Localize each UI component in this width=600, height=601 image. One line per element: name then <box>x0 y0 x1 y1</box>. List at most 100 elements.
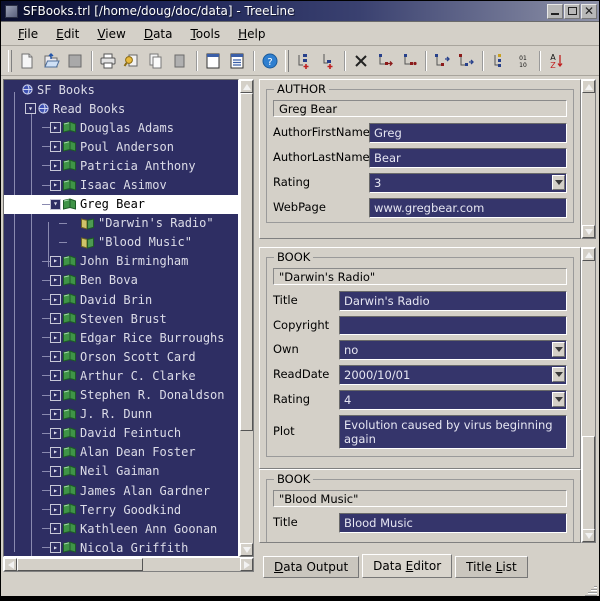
numbering-icon[interactable]: 01 10 <box>511 49 535 73</box>
tree-expander-expand-icon[interactable]: ▸ <box>50 370 61 382</box>
chevron-down-icon[interactable] <box>552 367 565 382</box>
tree-vertical-scrollbar[interactable] <box>239 79 254 557</box>
tree-view[interactable]: SF Books ▾ Read Books ▸ Douglas Adams ▸ Poul A… <box>3 79 239 557</box>
tree-expander-expand-icon[interactable]: ▸ <box>50 389 61 401</box>
menu-help[interactable]: Help <box>229 25 274 43</box>
tree-item[interactable]: ▸ Isaac Asimov <box>4 175 238 194</box>
tree-expander-expand-icon[interactable]: ▸ <box>50 122 61 134</box>
tree-expander-expand-icon[interactable]: ▸ <box>50 504 61 516</box>
tree-item[interactable]: "Darwin's Radio" <box>4 214 238 233</box>
toolbar-grip-2[interactable] <box>285 49 289 72</box>
tree-expander-expand-icon[interactable]: ▸ <box>50 141 61 153</box>
toolbar-grip[interactable] <box>8 49 12 72</box>
tab-data-output[interactable]: Data Output <box>263 556 360 578</box>
book-section-scrollbar[interactable] <box>581 247 596 543</box>
tree-item[interactable]: ▸ Stephen R. Donaldson <box>4 386 238 405</box>
new-file-icon[interactable] <box>15 49 39 73</box>
field-input-authorlastname[interactable]: Bear <box>369 148 567 168</box>
tree-expander-collapse-icon[interactable]: ▾ <box>25 103 36 115</box>
print-icon[interactable] <box>96 49 120 73</box>
menu-edit[interactable]: Edit <box>47 25 88 43</box>
tree-expander-expand-icon[interactable]: ▸ <box>50 427 61 439</box>
field-input-book2-title[interactable]: Blood Music <box>339 513 567 533</box>
author-section-scrollbar[interactable] <box>581 79 596 239</box>
sort-alpha-icon[interactable]: AZ <box>544 49 568 73</box>
book-node-title-1[interactable]: "Darwin's Radio" <box>273 268 567 285</box>
scroll-up-arrow[interactable] <box>240 80 253 93</box>
chevron-down-icon[interactable] <box>552 175 565 190</box>
tree-expander-expand-icon[interactable]: ▸ <box>50 332 61 344</box>
tree-expander-expand-icon[interactable]: ▸ <box>50 179 61 191</box>
help-icon[interactable]: ? <box>258 49 282 73</box>
copy-icon[interactable] <box>144 49 168 73</box>
book-node-title-2[interactable]: "Blood Music" <box>273 490 567 507</box>
insert-sibling-after-icon[interactable] <box>316 49 340 73</box>
tree-item[interactable]: ▸ David Feintuch <box>4 424 238 443</box>
menu-file[interactable]: File <box>9 25 47 43</box>
save-file-icon[interactable] <box>63 49 87 73</box>
tree-item[interactable]: ▾ Greg Bear <box>4 194 238 214</box>
menu-view[interactable]: View <box>88 25 134 43</box>
tree-expander-expand-icon[interactable]: ▸ <box>50 255 61 267</box>
indent-node-icon[interactable] <box>373 49 397 73</box>
insert-sibling-before-icon[interactable] <box>292 49 316 73</box>
tree-item[interactable]: ▸ James Alan Gardner <box>4 481 238 500</box>
tab-title-list[interactable]: Title List <box>455 556 528 578</box>
app-icon[interactable] <box>5 4 18 18</box>
scroll-up-arrow[interactable] <box>582 80 595 93</box>
book-scroll-thumb[interactable] <box>582 436 595 530</box>
tree-expander-expand-icon[interactable]: ▸ <box>50 351 61 363</box>
scroll-down-arrow[interactable] <box>240 543 253 556</box>
tree-item[interactable]: ▾ Read Books <box>4 99 238 118</box>
tree-expander-expand-icon[interactable]: ▸ <box>50 446 61 458</box>
author-node-title[interactable]: Greg Bear <box>273 100 567 117</box>
tree-item[interactable]: ▸ J. R. Dunn <box>4 405 238 424</box>
close-button[interactable]: ✕ <box>581 3 597 19</box>
tree-expander-collapse-icon[interactable]: ▾ <box>50 198 61 210</box>
scroll-up-arrow[interactable] <box>582 248 595 261</box>
tree-expander-expand-icon[interactable]: ▸ <box>50 465 61 477</box>
print-preview-icon[interactable] <box>120 49 144 73</box>
add-child-icon[interactable] <box>487 49 511 73</box>
tree-item[interactable]: ▸ David Brin <box>4 290 238 309</box>
tree-scroll-thumb[interactable] <box>240 93 253 431</box>
tree-item[interactable]: ▸ Ben Bova <box>4 271 238 290</box>
tree-item[interactable]: ▸ Poul Anderson <box>4 137 238 156</box>
tree-expander-expand-icon[interactable]: ▸ <box>50 160 61 172</box>
field-input-book1-readdate[interactable]: 2000/10/01 <box>339 365 567 385</box>
delete-node-icon[interactable] <box>349 49 373 73</box>
tree-item[interactable]: ▸ Terry Goodkind <box>4 500 238 519</box>
tree-item[interactable]: ▸ Neil Gaiman <box>4 462 238 481</box>
open-file-icon[interactable] <box>39 49 63 73</box>
view-single-pane-icon[interactable] <box>201 49 225 73</box>
tree-item[interactable]: ▸ Steven Brust <box>4 309 238 328</box>
tree-item[interactable]: ▸ Patricia Anthony <box>4 156 238 175</box>
scroll-right-arrow[interactable] <box>240 558 253 571</box>
scroll-down-arrow[interactable] <box>582 529 595 542</box>
editor-section-splitter[interactable] <box>259 239 596 247</box>
unindent-node-icon[interactable] <box>397 49 421 73</box>
tree-expander-expand-icon[interactable]: ▸ <box>50 408 61 420</box>
tree-expander-expand-icon[interactable]: ▸ <box>50 313 61 325</box>
field-input-book1-copyright[interactable] <box>339 316 567 335</box>
tree-item[interactable]: "Blood Music" <box>4 233 238 252</box>
menu-data[interactable]: Data <box>135 25 182 43</box>
tab-data-editor[interactable]: Data Editor <box>362 554 453 578</box>
field-input-author-rating[interactable]: 3 <box>369 173 567 193</box>
field-input-book1-plot[interactable]: Evolution caused by virus beginning agai… <box>339 415 567 449</box>
menu-tools[interactable]: Tools <box>182 25 230 43</box>
tree-expander-expand-icon[interactable]: ▸ <box>50 485 61 497</box>
chevron-down-icon[interactable] <box>552 342 565 357</box>
field-input-webpage[interactable]: www.gregbear.com <box>369 198 567 218</box>
chevron-down-icon[interactable] <box>552 392 565 407</box>
tree-expander-expand-icon[interactable]: ▸ <box>50 274 61 286</box>
tree-item[interactable]: ▸ John Birmingham <box>4 252 238 271</box>
tree-item[interactable]: SF Books <box>4 80 238 99</box>
tree-expander-expand-icon[interactable]: ▸ <box>50 523 61 535</box>
tree-item[interactable]: ▸ Douglas Adams <box>4 118 238 137</box>
scroll-left-arrow[interactable] <box>4 558 17 571</box>
field-input-book1-rating[interactable]: 4 <box>339 390 567 410</box>
tree-item[interactable]: ▸ Arthur C. Clarke <box>4 366 238 385</box>
view-split-pane-icon[interactable] <box>225 49 249 73</box>
tree-horizontal-scrollbar[interactable] <box>3 557 254 572</box>
